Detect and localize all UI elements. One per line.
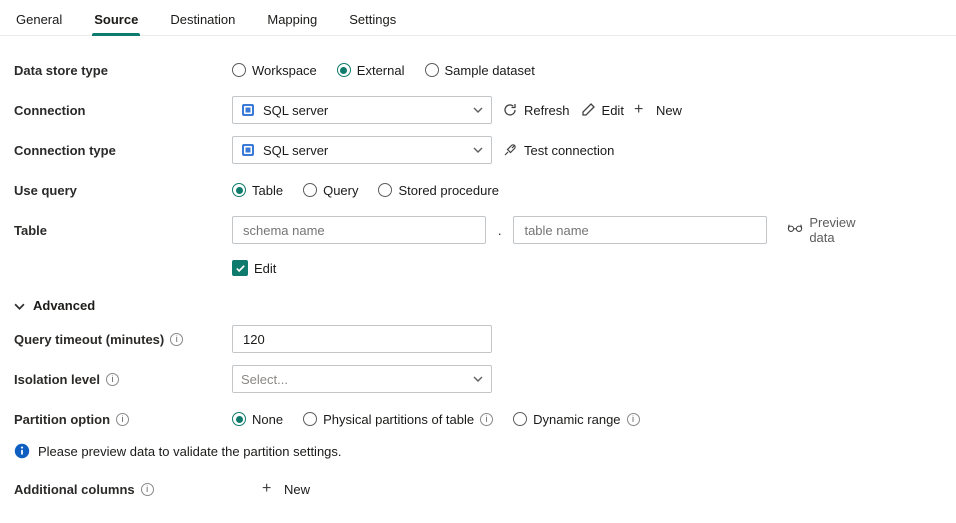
chevron-down-icon <box>473 374 483 384</box>
tab-destination[interactable]: Destination <box>168 8 237 35</box>
tab-general[interactable]: General <box>14 8 64 35</box>
radio-external[interactable]: External <box>337 63 405 78</box>
partition-info-text: Please preview data to validate the part… <box>38 444 342 459</box>
connection-select[interactable]: SQL server <box>232 96 492 124</box>
radio-table-label: Table <box>252 183 283 198</box>
table-input-field[interactable] <box>522 222 758 239</box>
radio-sample-label: Sample dataset <box>445 63 535 78</box>
refresh-button[interactable]: Refresh <box>502 102 570 118</box>
label-isolation-text: Isolation level <box>14 372 100 387</box>
tab-source[interactable]: Source <box>92 8 140 35</box>
glasses-icon <box>787 222 803 238</box>
label-partition-text: Partition option <box>14 412 110 427</box>
edit-label: Edit <box>602 103 624 118</box>
info-icon[interactable]: i <box>141 483 154 496</box>
radio-table[interactable]: Table <box>232 183 283 198</box>
label-addcols-text: Additional columns <box>14 482 135 497</box>
radio-sample-dataset[interactable]: Sample dataset <box>425 63 535 78</box>
connection-type-value: SQL server <box>263 143 328 158</box>
connection-value: SQL server <box>263 103 328 118</box>
timeout-input[interactable] <box>232 325 492 353</box>
radio-external-label: External <box>357 63 405 78</box>
info-icon[interactable]: i <box>627 413 640 426</box>
tab-settings[interactable]: Settings <box>347 8 398 35</box>
label-query-timeout: Query timeout (minutes) i <box>14 332 232 347</box>
tab-mapping[interactable]: Mapping <box>265 8 319 35</box>
schema-table-dot: . <box>496 223 504 238</box>
radio-partition-none[interactable]: None <box>232 412 283 427</box>
label-table: Table <box>14 223 232 238</box>
schema-input-field[interactable] <box>241 222 477 239</box>
info-icon[interactable]: i <box>170 333 183 346</box>
refresh-label: Refresh <box>524 103 570 118</box>
new-connection-button[interactable]: + New <box>634 102 682 118</box>
chevron-down-icon <box>473 105 483 115</box>
plus-icon: + <box>634 102 650 118</box>
chevron-down-icon <box>473 145 483 155</box>
edit-checkbox-label: Edit <box>254 261 276 276</box>
radio-query-label: Query <box>323 183 358 198</box>
radio-workspace-label: Workspace <box>252 63 317 78</box>
new-column-label: New <box>284 482 310 497</box>
info-icon[interactable]: i <box>116 413 129 426</box>
preview-data-label: Preview data <box>809 215 882 245</box>
isolation-placeholder: Select... <box>241 372 288 387</box>
advanced-toggle[interactable]: Advanced <box>14 298 942 313</box>
chevron-down-icon <box>14 301 25 312</box>
info-circle-icon <box>14 443 30 459</box>
refresh-icon <box>502 102 518 118</box>
form-area: Data store type Workspace External Sampl… <box>0 36 956 523</box>
edit-checkbox[interactable]: Edit <box>232 260 276 276</box>
label-isolation-level: Isolation level i <box>14 372 232 387</box>
radio-partition-dynamic[interactable]: Dynamic range i <box>513 412 639 427</box>
label-connection: Connection <box>14 103 232 118</box>
radio-dynamic-label: Dynamic range <box>533 412 620 427</box>
sql-server-icon <box>241 103 255 117</box>
new-label: New <box>656 103 682 118</box>
label-query-timeout-text: Query timeout (minutes) <box>14 332 164 347</box>
advanced-label: Advanced <box>33 298 95 313</box>
label-connection-type: Connection type <box>14 143 232 158</box>
connection-type-select[interactable]: SQL server <box>232 136 492 164</box>
preview-data-button[interactable]: Preview data <box>787 215 882 245</box>
test-connection-label: Test connection <box>524 143 614 158</box>
radio-stored-procedure[interactable]: Stored procedure <box>378 183 498 198</box>
label-use-query: Use query <box>14 183 232 198</box>
test-connection-button[interactable]: Test connection <box>502 142 614 158</box>
checkmark-icon <box>232 260 248 276</box>
test-connection-icon <box>502 142 518 158</box>
info-icon[interactable]: i <box>106 373 119 386</box>
schema-input[interactable] <box>232 216 486 244</box>
edit-connection-button[interactable]: Edit <box>580 102 624 118</box>
radio-partition-physical[interactable]: Physical partitions of table i <box>303 412 493 427</box>
timeout-input-field[interactable] <box>241 331 483 348</box>
edit-icon <box>580 102 596 118</box>
info-icon[interactable]: i <box>480 413 493 426</box>
radio-query[interactable]: Query <box>303 183 358 198</box>
radio-none-label: None <box>252 412 283 427</box>
label-data-store-type: Data store type <box>14 63 232 78</box>
table-input[interactable] <box>513 216 767 244</box>
tabs-row: General Source Destination Mapping Setti… <box>0 0 956 36</box>
label-partition-option: Partition option i <box>14 412 232 427</box>
radio-sproc-label: Stored procedure <box>398 183 498 198</box>
radio-physical-label: Physical partitions of table <box>323 412 474 427</box>
sql-server-icon <box>241 143 255 157</box>
new-column-button[interactable]: + New <box>262 481 310 497</box>
label-additional-columns: Additional columns i <box>14 482 232 497</box>
plus-icon: + <box>262 481 278 497</box>
isolation-select[interactable]: Select... <box>232 365 492 393</box>
radio-workspace[interactable]: Workspace <box>232 63 317 78</box>
partition-info-row: Please preview data to validate the part… <box>14 443 942 459</box>
